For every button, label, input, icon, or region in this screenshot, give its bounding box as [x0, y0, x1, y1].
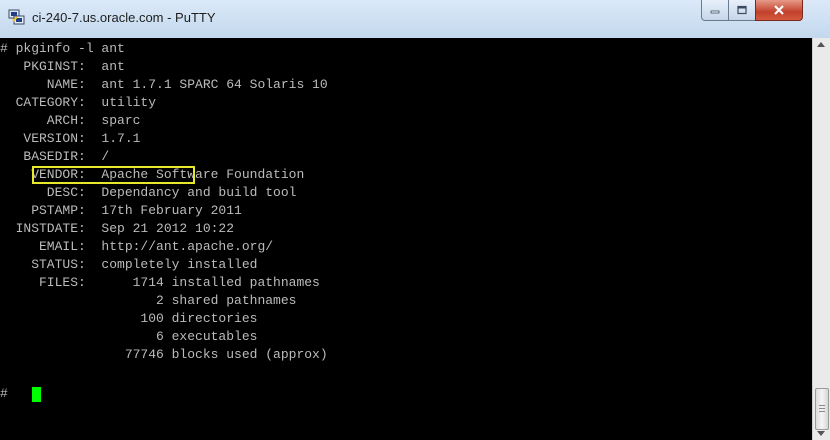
minimize-icon — [710, 10, 720, 14]
close-button[interactable] — [755, 0, 803, 21]
terminal-screen[interactable]: # pkginfo -l ant PKGINST: ant NAME: ant … — [0, 38, 812, 440]
putty-window: ci-240-7.us.oracle.com - PuTTY # pkginfo… — [0, 0, 830, 440]
terminal-line: 2 shared pathnames — [0, 293, 297, 308]
terminal-line: PSTAMP: 17th February 2011 — [0, 203, 242, 218]
scroll-down-arrow-icon[interactable] — [817, 431, 825, 436]
terminal-line: # pkginfo -l ant — [0, 41, 125, 56]
terminal-line: 77746 blocks used (approx) — [0, 347, 328, 362]
terminal-line: VERSION: 1.7.1 — [0, 131, 141, 146]
terminal-line: INSTDATE: Sep 21 2012 10:22 — [0, 221, 235, 236]
scrollbar-thumb[interactable] — [815, 388, 829, 430]
terminal-line: DESC: Dependancy and build tool — [0, 185, 297, 200]
vertical-scrollbar[interactable] — [812, 38, 830, 440]
terminal-line: FILES: 1714 installed pathnames — [0, 275, 320, 290]
terminal-line: BASEDIR: / — [0, 149, 110, 164]
terminal-prompt: # — [0, 386, 16, 401]
maximize-button[interactable] — [728, 0, 756, 21]
terminal-line: CATEGORY: utility — [0, 95, 157, 110]
scroll-up-arrow-icon[interactable] — [817, 42, 825, 47]
terminal-line: 100 directories — [0, 311, 258, 326]
terminal-line: 6 executables — [0, 329, 258, 344]
terminal-cursor — [32, 387, 41, 402]
terminal-line: ARCH: sparc — [0, 113, 141, 128]
terminal-line: PKGINST: ant — [0, 59, 125, 74]
grip-line — [819, 411, 825, 412]
grip-line — [819, 408, 825, 409]
close-icon — [774, 5, 784, 15]
version-highlight-box — [32, 166, 195, 184]
title-bar[interactable]: ci-240-7.us.oracle.com - PuTTY — [0, 0, 830, 38]
minimize-button[interactable] — [701, 0, 729, 21]
terminal-line: STATUS: completely installed — [0, 257, 258, 272]
terminal-line: NAME: ant 1.7.1 SPARC 64 Solaris 10 — [0, 77, 328, 92]
terminal-line: EMAIL: http://ant.apache.org/ — [0, 239, 274, 254]
maximize-icon — [737, 5, 747, 15]
putty-icon[interactable] — [8, 9, 26, 25]
window-title: ci-240-7.us.oracle.com - PuTTY — [32, 10, 216, 25]
grip-line — [819, 405, 825, 406]
